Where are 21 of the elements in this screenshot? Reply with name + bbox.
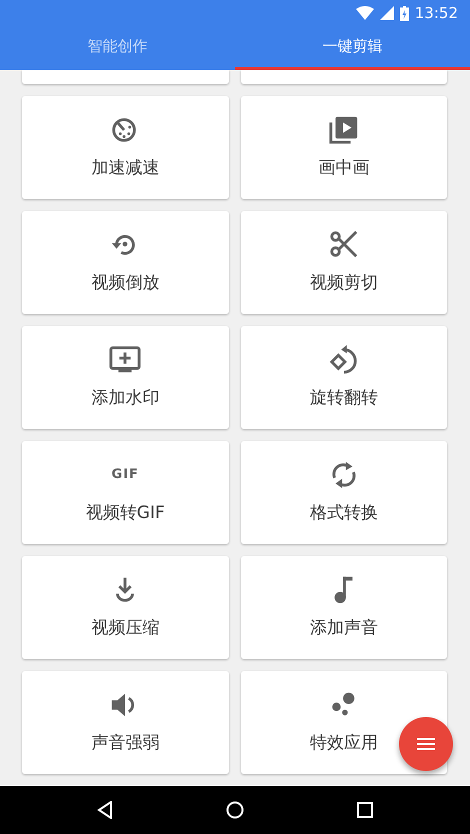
tool-card[interactable]: 特效应用 xyxy=(240,671,447,774)
recents-icon[interactable] xyxy=(357,802,374,818)
gif-icon: GIF xyxy=(112,458,139,491)
tool-card[interactable]: 画中画 xyxy=(240,96,447,199)
status-time: 13:52 xyxy=(414,2,458,24)
tool-card[interactable]: 添加声音 xyxy=(240,556,447,659)
wifi-icon xyxy=(356,6,374,20)
signal-icon xyxy=(380,6,394,20)
menu-icon xyxy=(417,738,435,750)
tool-card[interactable]: 视频倒放 xyxy=(22,211,228,314)
tool-card[interactable]: 声音强弱 xyxy=(22,671,228,774)
tool-card[interactable]: 视频剪切 xyxy=(240,211,447,314)
tool-card[interactable]: 加速减速 xyxy=(22,96,228,199)
home-icon[interactable] xyxy=(226,801,244,819)
back-icon[interactable] xyxy=(96,801,113,819)
tool-card[interactable]: 格式转换 xyxy=(240,441,447,544)
tool-card[interactable]: 添加水印 xyxy=(22,326,228,429)
tool-card[interactable]: 视频压缩 xyxy=(22,556,228,659)
tool-card[interactable]: GIF 视频转GIF xyxy=(22,441,228,544)
tool-card[interactable]: 旋转翻转 xyxy=(240,326,447,429)
battery-icon xyxy=(400,6,409,20)
